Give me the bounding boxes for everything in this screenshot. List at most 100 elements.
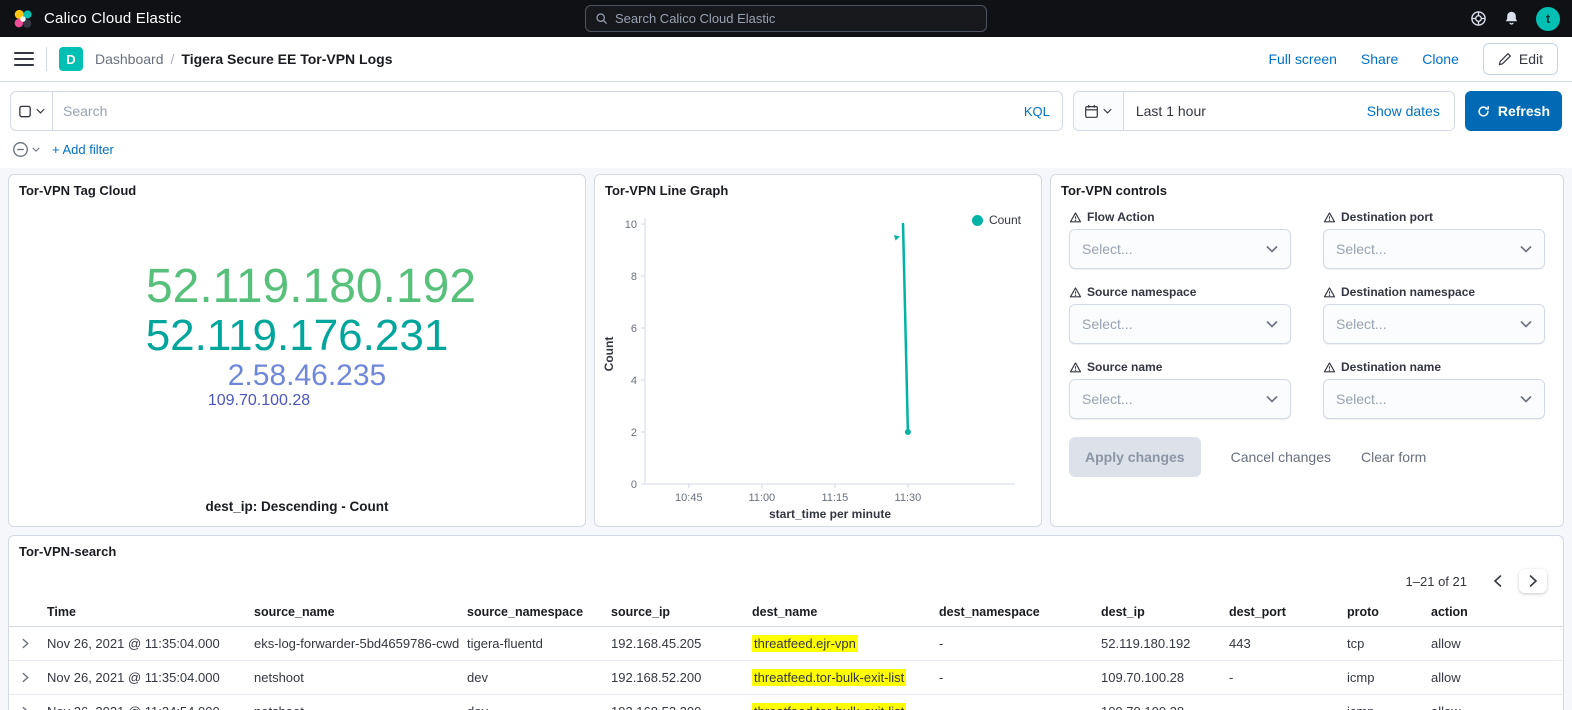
x-tick-label: 11:00 [748,492,775,504]
time-range-value[interactable]: Last 1 hour [1124,103,1367,119]
tag-cloud-term[interactable]: 52.119.180.192 [146,261,476,313]
cell-proto: icmp [1339,695,1423,710]
y-tick-label: 2 [631,427,637,439]
select-placeholder: Select... [1082,241,1133,257]
column-header-dest_ip[interactable]: dest_ip [1093,598,1221,627]
previous-page-button[interactable] [1483,569,1511,593]
kql-language-button[interactable]: KQL [1012,104,1062,119]
control-field-source-name: Source nameSelect... [1069,360,1291,419]
warning-icon [1323,211,1336,224]
x-tick-label: 11:15 [822,492,849,504]
x-tick-label: 11:30 [895,492,922,504]
search-icon [595,12,608,25]
tag-cloud: 52.119.180.19252.119.176.2312.58.46.2351… [9,206,585,464]
column-header-source_name[interactable]: source_name [246,598,459,627]
control-select-flow-action[interactable]: Select... [1069,229,1291,269]
edit-button[interactable]: Edit [1483,43,1558,75]
table-row: Nov 26, 2021 @ 11:34:54.000netshootdev19… [9,695,1563,710]
table-row: Nov 26, 2021 @ 11:35:04.000netshootdev19… [9,661,1563,695]
full-screen-button[interactable]: Full screen [1268,51,1336,67]
refresh-button[interactable]: Refresh [1465,91,1562,131]
warning-icon [1323,286,1336,299]
filter-icon[interactable] [12,141,40,158]
apply-changes-button[interactable]: Apply changes [1069,437,1201,477]
calendar-icon[interactable] [1074,92,1124,130]
cell-source_ip: 192.168.52.200 [603,661,744,695]
control-select-destination-port[interactable]: Select... [1323,229,1545,269]
column-header-source_ip[interactable]: source_ip [603,598,744,627]
column-header-dest_port[interactable]: dest_port [1221,598,1339,627]
search-panel-title[interactable]: Tor-VPN-search [9,536,1563,567]
expand-row-icon [21,638,30,649]
control-select-destination-name[interactable]: Select... [1323,379,1545,419]
select-placeholder: Select... [1336,391,1387,407]
controls-panel-title[interactable]: Tor-VPN controls [1051,175,1563,206]
column-header-proto[interactable]: proto [1339,598,1423,627]
share-button[interactable]: Share [1361,51,1398,67]
control-label: Destination namespace [1323,285,1545,299]
warning-icon [1069,211,1082,224]
elastic-logo-icon[interactable] [12,8,34,30]
menu-icon[interactable] [14,52,34,66]
notifications-icon[interactable] [1503,10,1520,27]
cell-dest_name: threatfeed.ejr-vpn [744,627,931,661]
controls-actions: Apply changes Cancel changes Clear form [1051,435,1563,479]
column-header-dest_name[interactable]: dest_name [744,598,931,627]
column-header-time[interactable]: Time [39,598,246,627]
cancel-changes-button[interactable]: Cancel changes [1231,449,1331,465]
chevron-down-icon [1520,320,1532,328]
expand-row-button[interactable] [9,695,39,710]
control-select-destination-namespace[interactable]: Select... [1323,304,1545,344]
clear-form-button[interactable]: Clear form [1361,449,1426,465]
control-select-source-namespace[interactable]: Select... [1069,304,1291,344]
select-placeholder: Select... [1082,391,1133,407]
cell-proto: tcp [1339,627,1423,661]
next-page-button[interactable] [1519,569,1547,593]
chevron-left-icon [1493,575,1502,587]
control-select-source-name[interactable]: Select... [1069,379,1291,419]
cell-dest_name: threatfeed.tor-bulk-exit-list [744,661,931,695]
add-filter-button[interactable]: + Add filter [52,142,114,157]
expand-row-button[interactable] [9,661,39,695]
chart-legend[interactable]: Count [972,213,1021,227]
user-avatar[interactable]: t [1536,7,1560,31]
breadcrumb-dashboard[interactable]: Dashboard [95,51,164,67]
query-search-input[interactable] [53,103,1012,119]
control-label-text: Destination name [1341,360,1441,374]
column-header-dest_namespace[interactable]: dest_namespace [931,598,1093,627]
query-input[interactable]: KQL [10,91,1063,131]
tag-cloud-term[interactable]: 109.70.100.28 [208,392,310,409]
clone-button[interactable]: Clone [1422,51,1459,67]
tag-cloud-panel-title[interactable]: Tor-VPN Tag Cloud [9,175,585,206]
line-graph-panel-title[interactable]: Tor-VPN Line Graph [595,175,1041,206]
breadcrumb: Dashboard / Tigera Secure EE Tor-VPN Log… [95,51,392,67]
select-placeholder: Select... [1336,241,1387,257]
x-axis-title: start_time per minute [769,507,891,521]
y-tick-label: 6 [631,323,637,335]
show-dates-button[interactable]: Show dates [1367,103,1454,119]
pagination: 1–21 of 21 [9,567,1563,598]
cell-source_name: netshoot [246,661,459,695]
help-icon[interactable] [1470,10,1487,27]
global-search-input[interactable] [615,11,977,26]
warning-icon [1069,286,1082,299]
saved-query-menu-icon[interactable] [11,92,53,130]
dashboard-badge: D [59,47,83,71]
chevron-down-icon [1266,245,1278,253]
column-header-source_namespace[interactable]: source_namespace [459,598,603,627]
results-table: Timesource_namesource_namespacesource_ip… [9,598,1563,710]
nav-bar: D Dashboard / Tigera Secure EE Tor-VPN L… [0,37,1572,82]
column-header-action[interactable]: action [1423,598,1563,627]
tag-cloud-term[interactable]: 2.58.46.235 [228,360,386,392]
nav-actions: Full screen Share Clone Edit [1268,43,1558,75]
highlighted-value: threatfeed.tor-bulk-exit-list [752,703,906,710]
expand-row-button[interactable] [9,627,39,661]
expand-row-icon [21,672,30,683]
y-tick-label: 8 [631,271,637,283]
tag-cloud-term[interactable]: 52.119.176.231 [146,312,449,360]
global-search[interactable] [585,5,987,32]
cell-source_namespace: tigera-fluentd [459,627,603,661]
cell-dest_namespace: - [931,695,1093,710]
tag-cloud-panel: Tor-VPN Tag Cloud 52.119.180.19252.119.1… [8,174,586,527]
expand-column-header [9,598,39,627]
